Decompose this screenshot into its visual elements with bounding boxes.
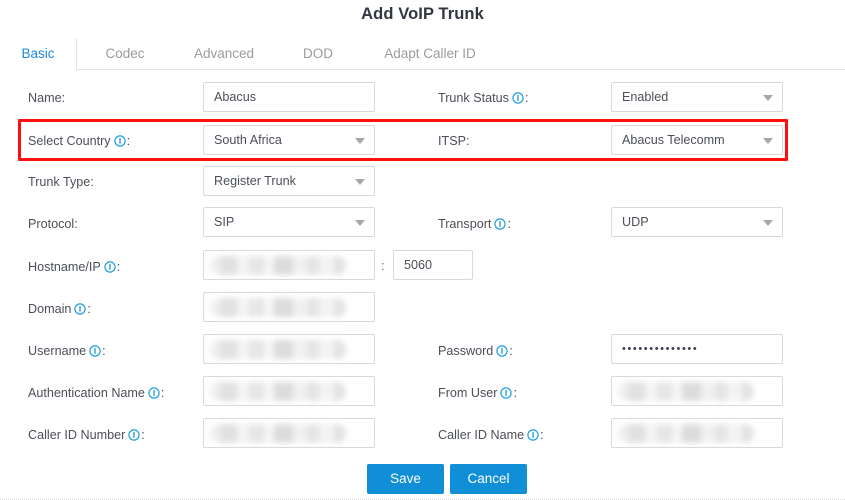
itsp-select[interactable]: Abacus Telecomm (611, 125, 783, 155)
username-label: Username: (28, 344, 106, 358)
label-colon: : (524, 91, 529, 105)
page-title: Add VoIP Trunk (361, 5, 484, 23)
tab-adapt-caller-id[interactable]: Adapt Caller ID (360, 38, 500, 70)
domain-input[interactable] (203, 292, 375, 322)
info-icon[interactable] (512, 92, 524, 104)
hostname-ip-input[interactable] (203, 250, 375, 280)
label-colon: : (507, 217, 511, 231)
info-icon[interactable] (104, 261, 116, 273)
transport-label-text: Transport (438, 217, 492, 231)
trunk-status-label: Trunk Status: (438, 91, 528, 105)
protocol-value: SIP (214, 215, 235, 229)
redacted-value (618, 382, 754, 401)
transport-select[interactable]: UDP (611, 207, 783, 237)
cancel-button[interactable]: Cancel (450, 464, 527, 494)
hostname-ip-label: Hostname/IP: (28, 260, 120, 274)
tab-advanced[interactable]: Advanced (172, 38, 276, 70)
info-icon[interactable] (148, 387, 160, 399)
port-input[interactable]: 5060 (393, 250, 473, 280)
info-icon[interactable] (113, 135, 126, 147)
trunk-status-label-text: Trunk Status (438, 91, 509, 105)
trunk-status-value: Enabled (622, 90, 669, 104)
tab-bar: Basic Codec Advanced DOD Adapt Caller ID (0, 38, 845, 70)
redacted-value (210, 298, 346, 317)
transport-value: UDP (622, 215, 649, 229)
hostname-ip-label-text: Hostname/IP (28, 260, 101, 274)
caller-id-number-label: Caller ID Number: (28, 428, 145, 442)
password-value: •••••••••••••• (622, 343, 699, 355)
label-colon: : (141, 428, 145, 442)
tab-divider (77, 69, 845, 70)
caller-id-name-label-text: Caller ID Name (438, 428, 525, 442)
chevron-down-icon[interactable] (355, 220, 365, 226)
name-label: Name: (28, 91, 66, 105)
username-input[interactable] (203, 334, 375, 364)
tab-basic[interactable]: Basic (0, 38, 77, 70)
protocol-label: Protocol: (28, 217, 78, 231)
trunk-type-value: Register Trunk (214, 174, 296, 188)
domain-label: Domain: (28, 302, 91, 316)
trunk-status-select[interactable]: Enabled (611, 82, 783, 112)
caller-id-number-input[interactable] (203, 418, 375, 448)
authentication-name-label-text: Authentication Name (28, 386, 145, 400)
trunk-type-select[interactable]: Register Trunk (203, 166, 375, 196)
name-input[interactable]: Abacus (203, 82, 375, 112)
redacted-value (210, 256, 346, 275)
authentication-name-input[interactable] (203, 376, 375, 406)
transport-label: Transport: (438, 217, 511, 231)
caller-id-name-input[interactable] (611, 418, 783, 448)
tab-dod[interactable]: DOD (283, 38, 353, 70)
chevron-down-icon[interactable] (763, 220, 773, 226)
port-value: 5060 (404, 258, 433, 272)
redacted-value (618, 424, 754, 443)
from-user-label: From User: (438, 386, 517, 400)
save-button[interactable]: Save (367, 464, 444, 494)
label-colon: : (116, 260, 121, 274)
itsp-value: Abacus Telecomm (622, 133, 725, 147)
from-user-label-text: From User (438, 386, 498, 400)
password-input[interactable]: •••••••••••••• (611, 334, 783, 364)
add-voip-trunk-dialog: Add VoIP Trunk Basic Codec Advanced DOD Adap… (0, 0, 845, 500)
select-country-select[interactable]: South Africa (203, 125, 375, 155)
chevron-down-icon[interactable] (763, 138, 773, 144)
chevron-down-icon[interactable] (355, 138, 365, 144)
select-country-value: South Africa (214, 133, 282, 147)
domain-label-text: Domain (28, 302, 72, 316)
select-country-label-text: Select Country (28, 134, 111, 148)
caller-id-name-label: Caller ID Name: (438, 428, 544, 442)
info-icon[interactable] (500, 387, 513, 399)
info-icon[interactable] (496, 345, 508, 357)
authentication-name-label: Authentication Name: (28, 386, 164, 400)
label-colon: : (540, 428, 544, 442)
port-separator: : (381, 258, 385, 273)
username-label-text: Username (28, 344, 87, 358)
itsp-label: ITSP: (438, 134, 470, 148)
redacted-value (210, 382, 346, 401)
chevron-down-icon[interactable] (355, 179, 365, 185)
info-icon[interactable] (527, 429, 539, 441)
caller-id-number-label-text: Caller ID Number (28, 428, 126, 442)
redacted-value (210, 340, 346, 359)
trunk-type-label: Trunk Type: (28, 175, 94, 189)
protocol-select[interactable]: SIP (203, 207, 375, 237)
select-country-label: Select Country: (28, 134, 130, 148)
info-icon[interactable] (74, 303, 87, 315)
name-value: Abacus (214, 90, 257, 104)
chevron-down-icon[interactable] (763, 95, 773, 101)
label-colon: : (126, 134, 131, 148)
label-colon: : (87, 302, 91, 316)
password-label: Password: (438, 344, 513, 358)
label-colon: : (509, 344, 513, 358)
tab-codec[interactable]: Codec (85, 38, 165, 70)
redacted-value (210, 424, 346, 443)
label-colon: : (513, 386, 517, 400)
info-icon[interactable] (494, 218, 507, 230)
label-colon: : (160, 386, 165, 400)
password-label-text: Password (438, 344, 494, 358)
label-colon: : (102, 344, 106, 358)
from-user-input[interactable] (611, 376, 783, 406)
info-icon[interactable] (89, 345, 101, 357)
info-icon[interactable] (128, 429, 140, 441)
